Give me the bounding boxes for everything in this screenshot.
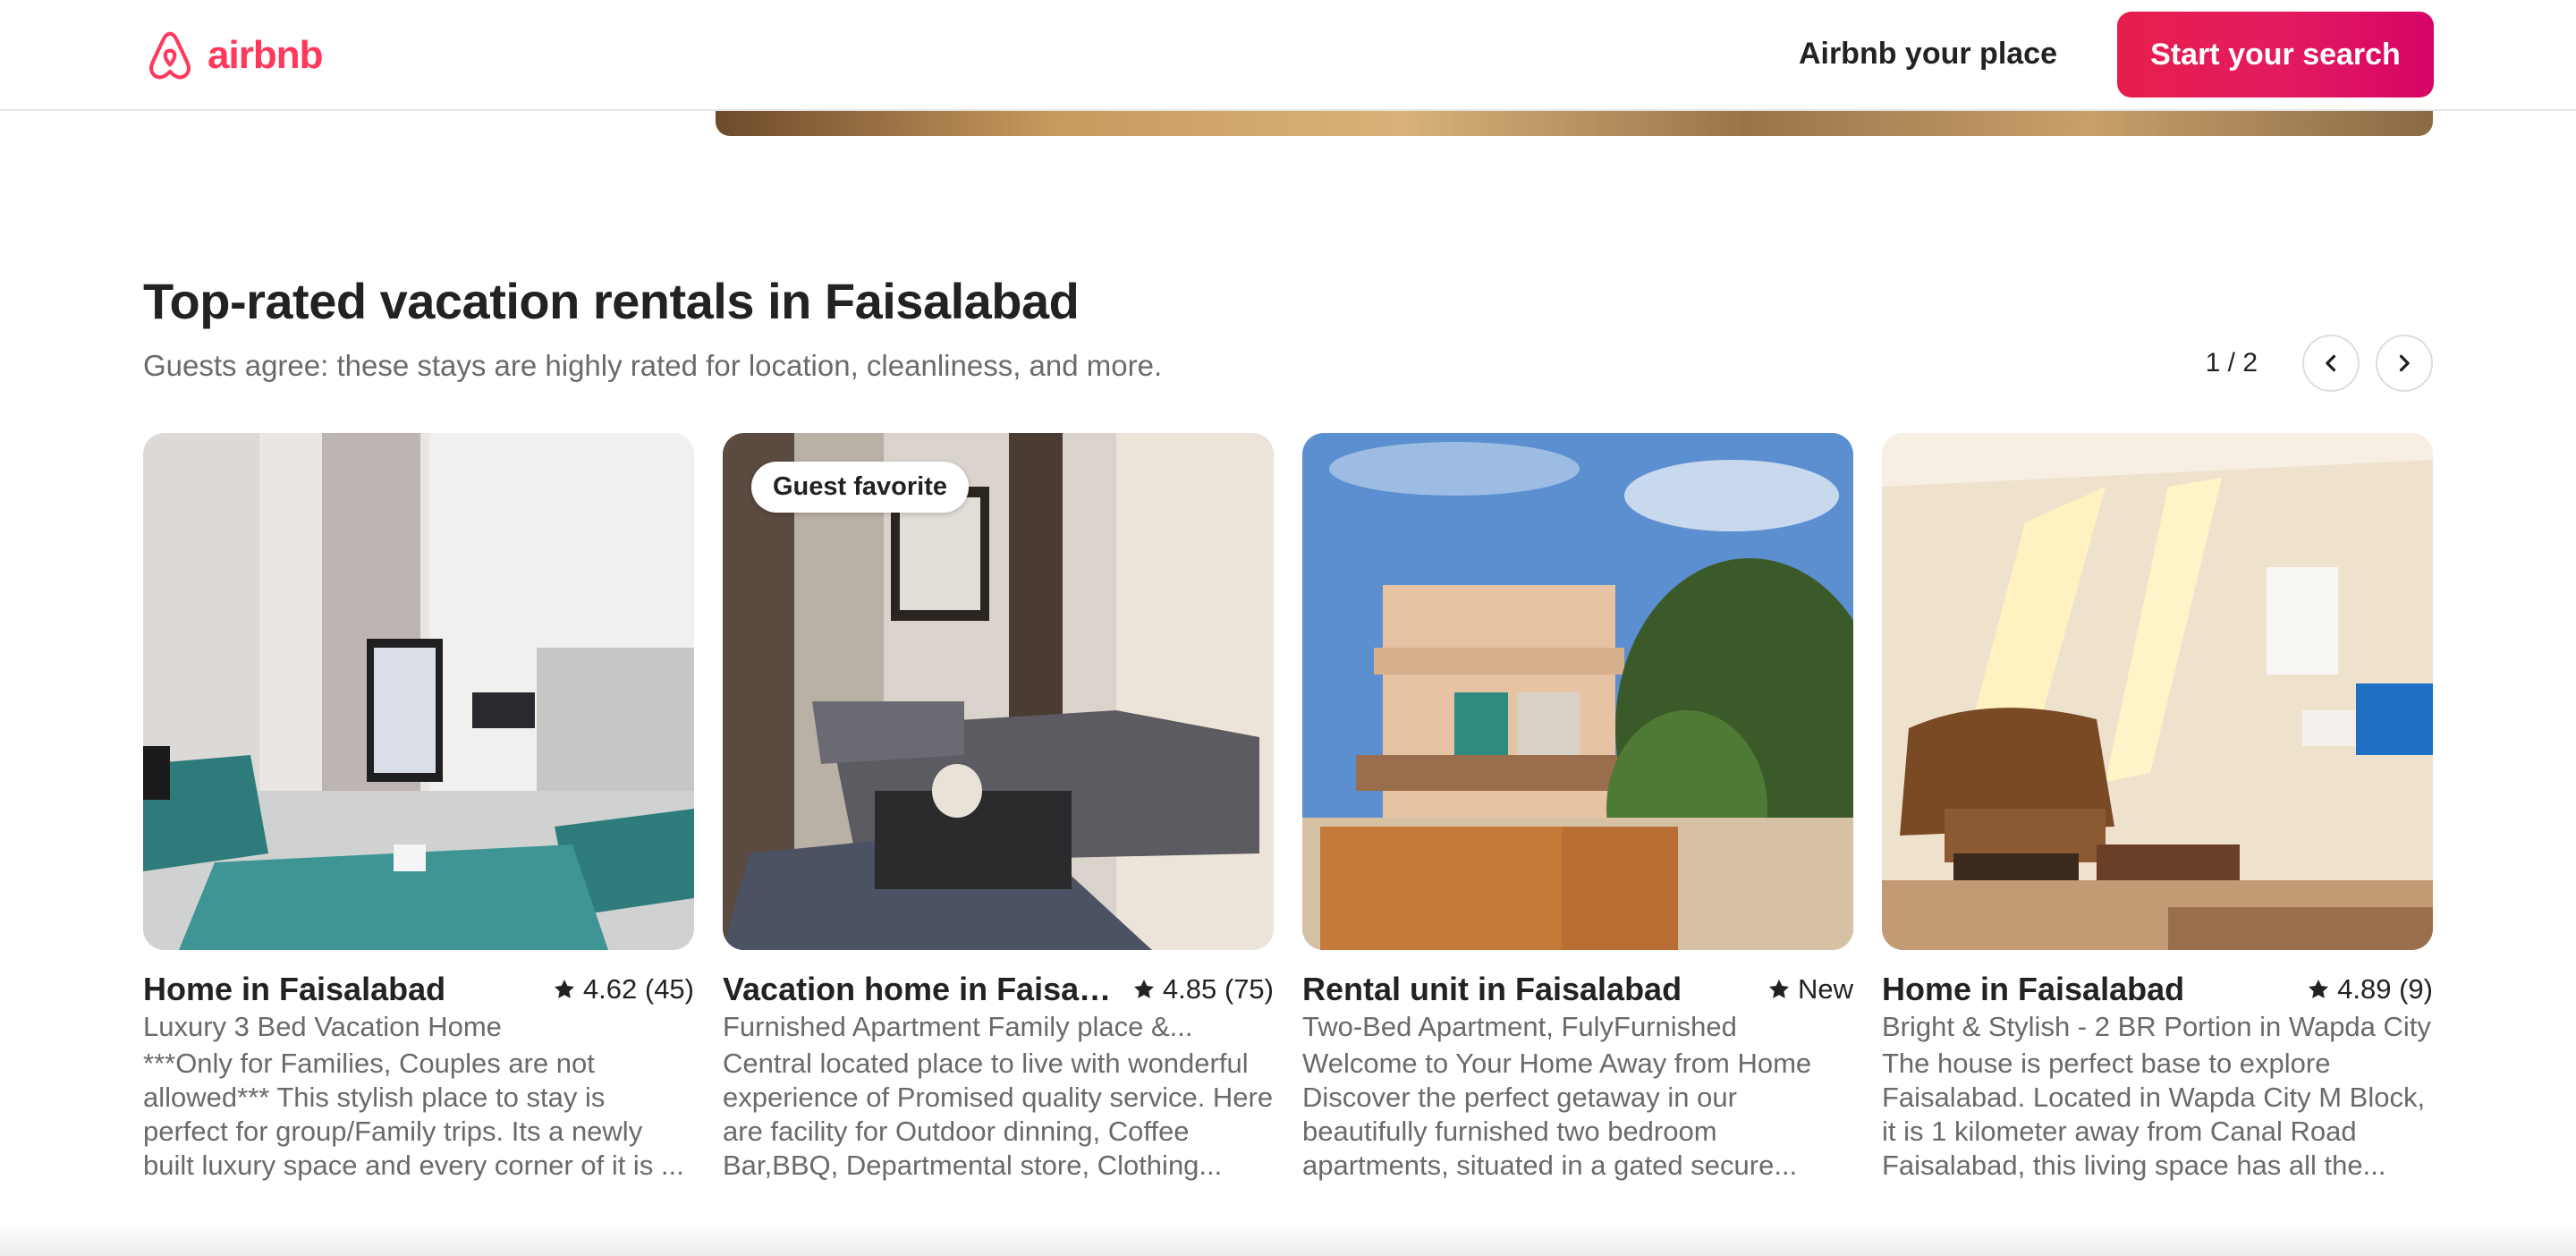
- chevron-right-icon: [2399, 354, 2410, 372]
- page-indicator: 1 / 2: [2205, 348, 2258, 378]
- living-room-photo: [143, 433, 694, 950]
- listing-card[interactable]: Rental unit in Faisalabad New Two-Bed Ap…: [1302, 433, 1853, 1183]
- listing-card[interactable]: Home in Faisalabad 4.62 (45) Luxury 3 Be…: [143, 433, 694, 1183]
- top-header: airbnb Airbnb your place Start your sear…: [0, 0, 2576, 111]
- section-title: Top-rated vacation rentals in Faisalabad: [143, 273, 1080, 329]
- house-exterior-photo: [1302, 433, 1853, 950]
- listing-title: Vacation home in Faisala...: [723, 971, 1116, 1007]
- guest-favorite-badge: Guest favorite: [751, 462, 969, 513]
- star-icon: [2309, 980, 2329, 998]
- previous-section-image: [716, 107, 2433, 136]
- listing-description: The house is perfect base to explore Fai…: [1882, 1048, 2426, 1181]
- previous-button[interactable]: [2302, 335, 2360, 392]
- listing-rating: 4.89 (9): [2307, 973, 2433, 1006]
- section-subtitle: Guests agree: these stays are highly rat…: [143, 349, 1163, 382]
- listing-rating: 4.85 (75): [1132, 973, 1274, 1006]
- airbnb-logo[interactable]: airbnb: [143, 27, 323, 84]
- listing-description: ***Only for Families, Couples are not al…: [143, 1048, 684, 1181]
- listing-photo[interactable]: [1882, 433, 2433, 950]
- star-icon: [1133, 980, 1154, 998]
- listing-subtitle: Furnished Apartment Family place &...: [723, 1011, 1193, 1042]
- listing-rating: 4.62 (45): [553, 973, 694, 1006]
- chevron-left-icon: [2326, 354, 2336, 372]
- rating-value: New: [1797, 973, 1853, 1005]
- listing-title: Home in Faisalabad: [143, 971, 446, 1007]
- next-button[interactable]: [2376, 335, 2433, 392]
- listing-card[interactable]: Home in Faisalabad 4.89 (9) Bright & Sty…: [1882, 433, 2433, 1183]
- logo-text: airbnb: [208, 33, 323, 77]
- listing-title: Home in Faisalabad: [1882, 971, 2185, 1007]
- star-icon: [1769, 980, 1789, 998]
- airbnb-your-place-link[interactable]: Airbnb your place: [1799, 32, 2057, 75]
- carousel-pager: 1 / 2: [2206, 335, 2433, 392]
- bottom-fade: [0, 1220, 2576, 1256]
- rating-value: 4.85 (75): [1162, 973, 1274, 1005]
- listing-photo[interactable]: Guest favorite: [723, 433, 1274, 950]
- listing-photo[interactable]: [143, 433, 694, 950]
- listing-description: Central located place to live with wonde…: [723, 1048, 1274, 1181]
- rating-value: 4.89 (9): [2337, 973, 2433, 1005]
- listing-title: Rental unit in Faisalabad: [1302, 971, 1682, 1007]
- listing-subtitle: Bright & Stylish - 2 BR Portion in Wapda…: [1882, 1011, 2431, 1042]
- listing-rating: New: [1767, 973, 1853, 1006]
- lounge-photo: [1882, 433, 2433, 950]
- rating-value: 4.62 (45): [582, 973, 694, 1005]
- star-icon: [554, 980, 574, 998]
- listing-subtitle: Luxury 3 Bed Vacation Home: [143, 1011, 502, 1042]
- listing-description: Welcome to Your Home Away from Home Disc…: [1302, 1048, 1812, 1181]
- airbnb-logo-icon: [148, 31, 191, 80]
- listing-subtitle: Two-Bed Apartment, FulyFurnished: [1302, 1011, 1737, 1042]
- listing-card[interactable]: Guest favorite Vacation home in Faisala.…: [723, 433, 1274, 1183]
- listing-photo[interactable]: [1302, 433, 1853, 950]
- start-search-button[interactable]: Start your search: [2117, 12, 2434, 98]
